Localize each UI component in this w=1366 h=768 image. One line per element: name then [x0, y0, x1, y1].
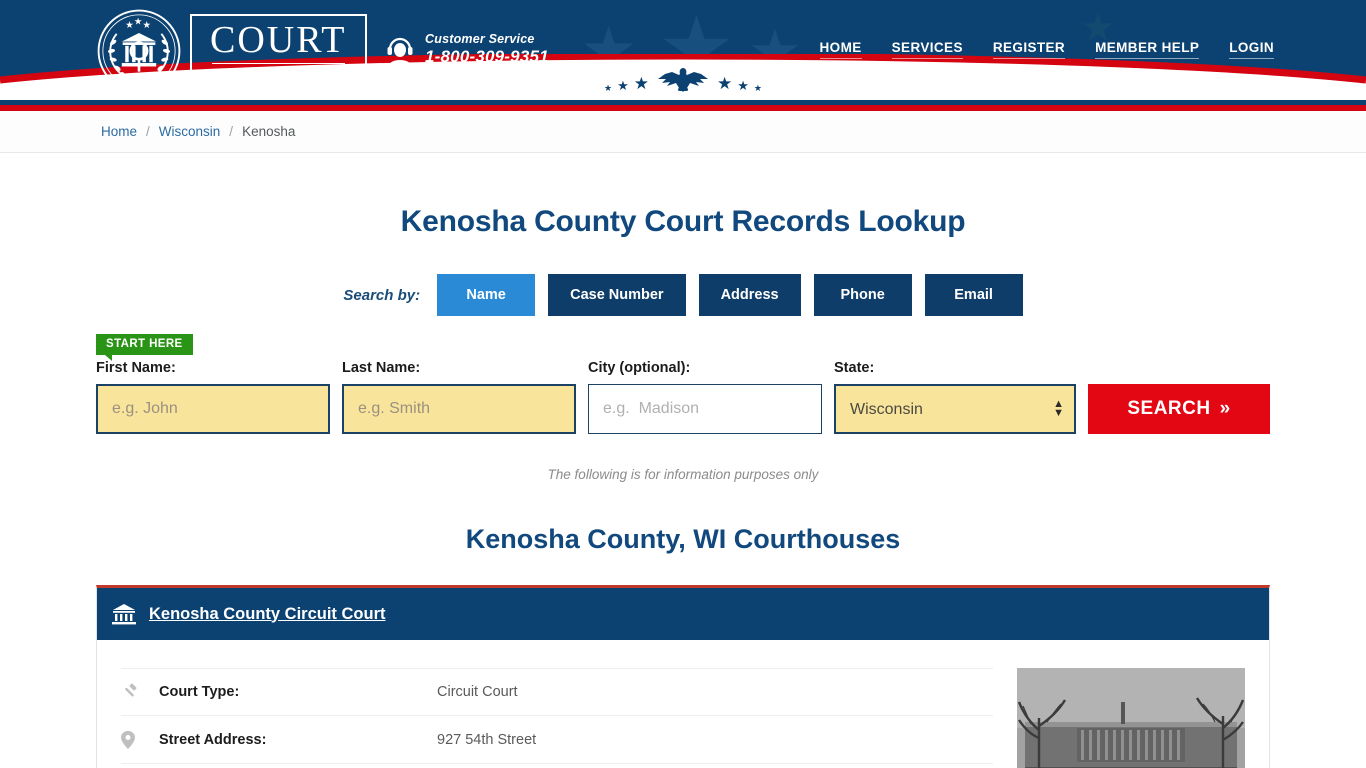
svg-text:★: ★ — [142, 20, 150, 31]
eagle-icon — [658, 68, 708, 92]
state-select[interactable]: Wisconsin — [834, 384, 1076, 434]
search-by-label: Search by: — [343, 286, 421, 304]
nav-item-services[interactable]: SERVICES — [891, 40, 963, 59]
first-name-field: First Name: — [96, 360, 330, 434]
breadcrumb-separator: / — [146, 124, 150, 139]
courthouse-photo — [1017, 662, 1245, 768]
last-name-field: Last Name: — [342, 360, 576, 434]
courthouse-details: Court Type: Circuit Court Street Address… — [121, 662, 993, 768]
site-logo[interactable]: ★ ★ ★ COURT CASE FINDER — [96, 8, 367, 94]
detail-value-court-type: Circuit Court — [437, 684, 518, 700]
customer-service-label: Customer Service — [425, 32, 535, 46]
main-content: Kenosha County Court Records Lookup Sear… — [0, 205, 1366, 768]
detail-value-street-address: 927 54th Street — [437, 731, 537, 748]
first-name-label: First Name: — [96, 360, 176, 376]
search-button[interactable]: SEARCH » — [1088, 384, 1270, 434]
city-field: City (optional): — [588, 360, 822, 434]
start-here-badge: START HERE — [96, 334, 193, 361]
courthouse-card-header: Kenosha County Circuit Court — [97, 588, 1269, 640]
main-navigation: HOME SERVICES REGISTER MEMBER HELP LOGIN — [819, 40, 1274, 59]
tab-case-number[interactable]: Case Number — [548, 274, 686, 316]
nav-item-register[interactable]: REGISTER — [992, 40, 1066, 59]
courthouse-photo-image — [1017, 668, 1245, 768]
breadcrumb-home[interactable]: Home — [101, 124, 137, 139]
detail-row-court-type: Court Type: Circuit Court — [121, 668, 993, 716]
nav-item-member-help[interactable]: MEMBER HELP — [1095, 40, 1200, 59]
svg-text:★: ★ — [125, 20, 133, 31]
breadcrumb-state[interactable]: Wisconsin — [159, 124, 221, 139]
page-title: Kenosha County Court Records Lookup — [400, 205, 966, 238]
eagle-banner-icon: ★ ★ ★ ★ ★ ★ — [604, 66, 762, 94]
nav-item-home[interactable]: HOME — [819, 40, 862, 59]
customer-service-phone[interactable]: 1-800-309-9351 — [425, 47, 549, 67]
search-by-tabs: Search by: Name Case Number Address Phon… — [0, 274, 1366, 316]
map-pin-icon — [121, 730, 159, 749]
logo-wordmark: COURT CASE FINDER — [190, 14, 367, 88]
court-seal-icon: ★ ★ ★ — [97, 9, 181, 93]
customer-service-block[interactable]: Customer Service 1-800-309-9351 — [385, 32, 549, 67]
headset-support-icon — [387, 37, 413, 66]
breadcrumb-separator: / — [229, 124, 234, 139]
last-name-label: Last Name: — [342, 360, 421, 376]
breadcrumb-current: Kenosha — [242, 124, 296, 139]
svg-text:★: ★ — [134, 16, 142, 27]
disclaimer-text: The following is for information purpose… — [547, 467, 819, 482]
gavel-icon — [121, 683, 159, 701]
tab-address[interactable]: Address — [698, 274, 801, 316]
first-name-input[interactable] — [96, 384, 330, 434]
city-input[interactable] — [588, 384, 822, 434]
breadcrumb: Home / Wisconsin / Kenosha — [0, 111, 1366, 153]
logo-divider — [212, 62, 345, 64]
chevron-double-right-icon: » — [1219, 398, 1231, 419]
logo-title: COURT — [210, 19, 347, 62]
city-label: City (optional): — [588, 360, 691, 376]
detail-label-street-address: Street Address: — [159, 731, 267, 748]
section-title: Kenosha County, WI Courthouses — [465, 524, 901, 554]
last-name-input[interactable] — [342, 384, 576, 434]
logo-subtitle: CASE FINDER — [216, 66, 345, 79]
detail-row-street-address: Street Address: 927 54th Street — [121, 716, 993, 764]
courthouse-icon — [112, 604, 136, 625]
detail-row-city: City: Kenosha — [121, 764, 993, 768]
search-button-label: SEARCH — [1127, 398, 1211, 419]
tab-email[interactable]: Email — [924, 274, 1023, 316]
site-header: ★ ★ ★ ★ ★ ★ ★ COURT CASE FINDER Customer… — [0, 0, 1366, 100]
nav-item-login[interactable]: LOGIN — [1229, 40, 1274, 59]
detail-label-court-type: Court Type: — [159, 684, 240, 700]
courthouse-name-link[interactable]: Kenosha County Circuit Court — [149, 605, 386, 624]
courthouse-card: Kenosha County Circuit Court Court Type:… — [96, 585, 1270, 768]
tab-name[interactable]: Name — [437, 274, 536, 316]
search-form: START HERE First Name: Last Name: City (… — [96, 334, 1270, 434]
tab-phone[interactable]: Phone — [813, 274, 912, 316]
state-field: State: Wisconsin ▲ ▼ — [834, 360, 1076, 434]
state-label: State: — [834, 360, 875, 376]
